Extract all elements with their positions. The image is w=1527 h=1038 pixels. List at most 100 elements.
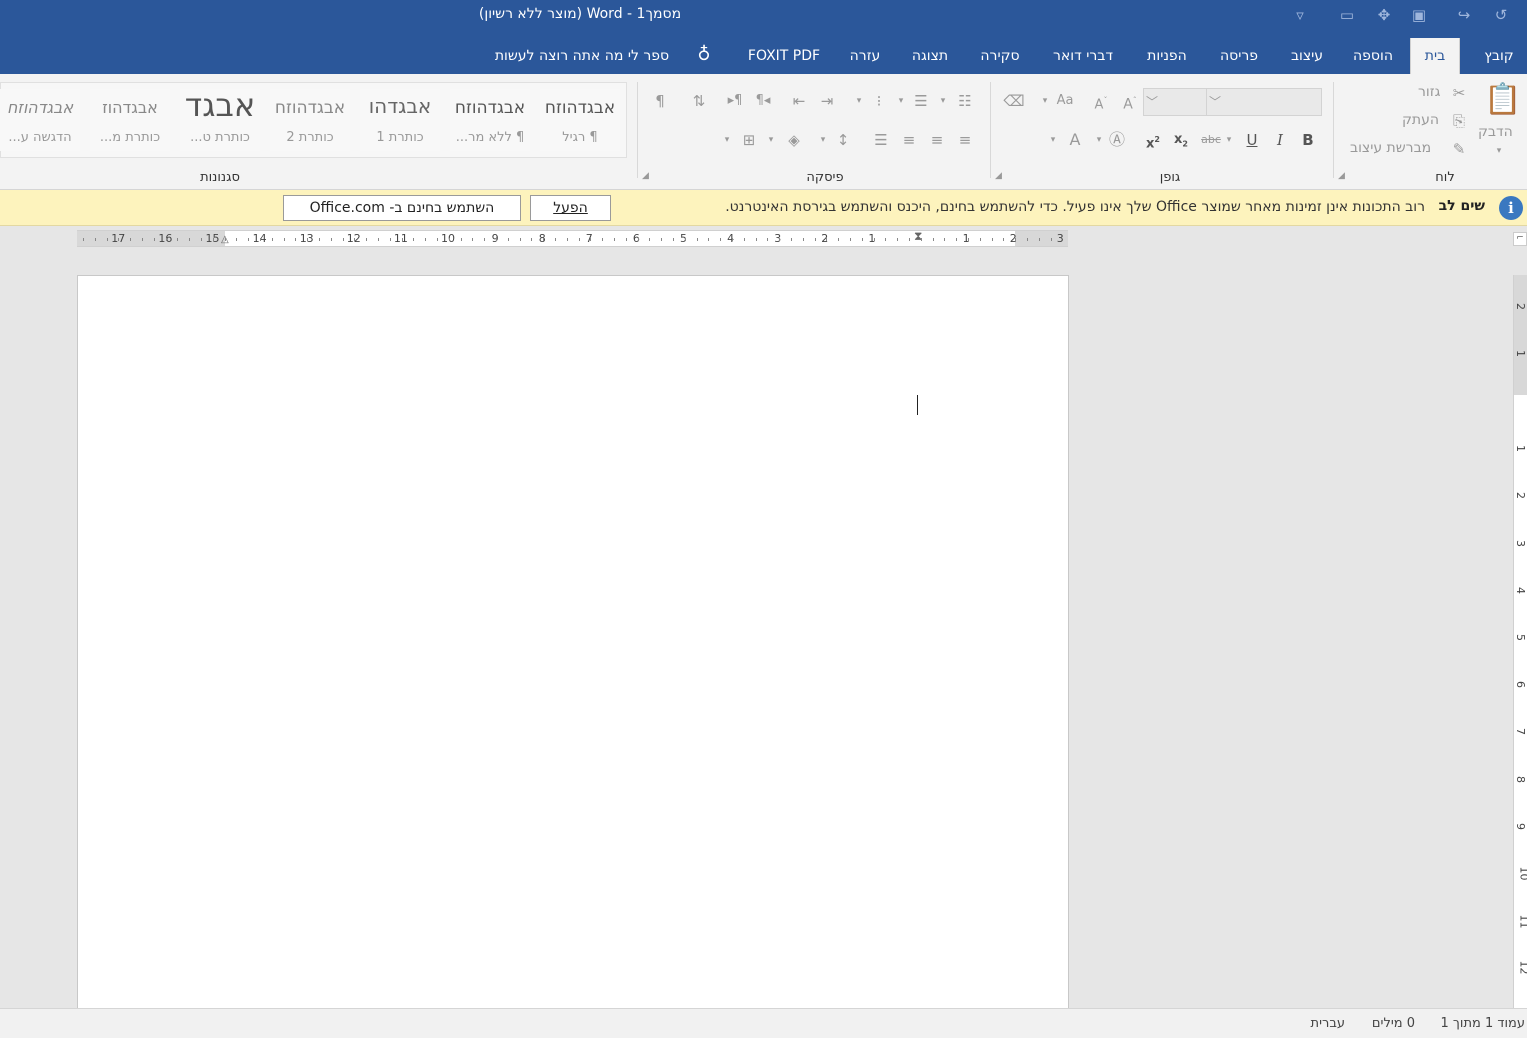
bullets-dropdown-icon[interactable]: ▾ [896,96,906,106]
style-heading-2[interactable]: אבגדהוזח כותרת 2 [270,89,350,151]
word-count[interactable]: 0 מילים [1372,1016,1415,1031]
style-subtitle[interactable]: אבגדהוז כותרת מ... [90,89,170,151]
style-normal[interactable]: אבגדהוזח ¶ רגיל [540,89,620,151]
line-spacing-dropdown-icon[interactable]: ▾ [818,135,828,145]
ruler-number: 1 [1514,445,1527,452]
multilevel-list-dropdown-icon[interactable]: ▾ [854,96,864,106]
ruler-tick [118,238,120,241]
bullets-icon[interactable]: ☰ [910,90,932,112]
font-color-dropdown-icon[interactable]: ▾ [1048,135,1058,145]
change-case-dropdown-icon[interactable]: ▾ [1040,96,1050,106]
subscript-icon[interactable]: x2 [1170,129,1192,151]
sort-icon[interactable]: ⇅ [688,90,710,112]
numbering-icon[interactable]: ☷ [954,90,976,112]
align-right-icon[interactable]: ≡ [954,129,976,151]
tab-selector-icon[interactable]: ⌐ [1513,232,1527,246]
align-center-icon[interactable]: ≡ [926,129,948,151]
text-effects-dropdown-icon[interactable]: ▾ [1094,135,1104,145]
new-document-icon[interactable]: ▭ [1336,5,1358,27]
customize-icon[interactable]: ▿ [1289,5,1311,27]
borders-icon[interactable]: ⊞ [738,129,760,151]
text-effects-icon[interactable]: Ⓐ [1106,129,1128,151]
justify-icon[interactable]: ☰ [870,129,892,151]
message-title: שים לב [1438,198,1485,214]
style-title[interactable]: אבגד כותרת ט... [180,86,260,151]
language-indicator[interactable]: עברית [1311,1016,1345,1031]
save-icon[interactable]: ▣ [1408,5,1430,27]
activate-button[interactable]: הפעל [530,195,611,221]
style-name: הדגשה ע... [8,130,72,145]
style-no-spacing[interactable]: אבגדהוזח ¶ ללא מר... [450,89,530,151]
copy-icon[interactable]: ⎘ [1448,110,1470,132]
tab-review[interactable]: סקירה [970,38,1030,74]
superscript-icon[interactable]: x2 [1142,129,1164,151]
tab-file[interactable]: קובץ [1475,38,1523,74]
ruler-tick [708,238,710,241]
tell-me-search[interactable]: ספר לי מה אתה רוצה לעשות [476,38,688,74]
borders-dropdown-icon[interactable]: ▾ [722,135,732,145]
style-heading-1[interactable]: אבגדהו כותרת 1 [360,89,440,151]
shrink-font-icon[interactable]: Aˇ [1090,90,1112,112]
line-spacing-icon[interactable]: ↕ [832,129,854,151]
ruler-tick [224,238,226,241]
scissors-icon[interactable]: ✂ [1448,82,1470,104]
strikethrough-icon[interactable]: abc [1198,129,1224,151]
clear-formatting-icon[interactable]: ⌫ [1003,90,1025,112]
shading-icon[interactable]: ◈ [783,129,805,151]
cut-button[interactable]: גזור [1418,84,1440,100]
font-launcher-icon[interactable]: ◢ [995,171,1002,181]
tab-help[interactable]: עזרה [840,38,890,74]
page-count[interactable]: עמוד 1 מתוך 1 [1441,1016,1525,1031]
tab-home[interactable]: בית [1410,38,1460,74]
tab-design[interactable]: עיצוב [1280,38,1334,74]
tab-references[interactable]: הפניות [1135,38,1199,74]
style-name: כותרת ט... [190,130,250,145]
ltr-direction-icon[interactable]: ▸¶ [724,90,746,112]
numbering-dropdown-icon[interactable]: ▾ [938,96,948,106]
rtl-direction-icon[interactable]: ¶◂ [752,90,774,112]
ruler-tick [566,238,568,241]
align-left-icon[interactable]: ≡ [898,129,920,151]
bold-icon[interactable]: B [1297,129,1319,151]
show-formatting-marks-icon[interactable]: ¶ [649,90,671,112]
italic-icon[interactable]: I [1269,129,1291,151]
shading-dropdown-icon[interactable]: ▾ [766,135,776,145]
tab-view[interactable]: תצוגה [902,38,958,74]
tab-mailings[interactable]: דברי דואר [1040,38,1126,74]
underline-icon[interactable]: U [1241,129,1263,151]
ruler-number: 3 [1056,232,1064,245]
horizontal-ruler[interactable]: ⧗ △ 1716151413121110987654321123 [77,229,1068,247]
font-name-combo[interactable]: ﹀ [1206,88,1322,116]
ruler-tick [177,238,179,241]
ruler-tick [260,238,261,241]
clipboard-launcher-icon[interactable]: ◢ [1338,171,1345,181]
touch-mode-icon[interactable]: ✥ [1373,5,1395,27]
vertical-ruler[interactable]: 2 1 1 2 3 4 5 6 7 8 9 10 11 12 [1513,275,1527,1010]
font-color-icon[interactable]: A [1064,129,1086,151]
increase-indent-icon[interactable]: ⇥ [816,90,838,112]
change-case-icon[interactable]: Aa [1052,90,1078,112]
decrease-indent-icon[interactable]: ⇤ [788,90,810,112]
grow-font-icon[interactable]: Aˆ [1119,90,1141,113]
style-preview: אבגדהוזח [544,98,616,118]
style-subtle-emphasis[interactable]: אבגדהוזח הדגשה ע... [0,89,80,151]
font-size-combo[interactable]: ﹀ [1143,88,1207,116]
paragraph-launcher-icon[interactable]: ◢ [642,171,649,181]
use-online-button[interactable]: השתמש בחינם ב- Office.com [283,195,521,221]
redo-icon[interactable]: ↪ [1453,5,1475,27]
paste-icon[interactable]: 📋 [1484,82,1521,118]
format-painter-button[interactable]: מברשת עיצוב [1350,140,1431,156]
paste-dropdown-icon[interactable]: ▾ [1494,146,1504,156]
document-page[interactable] [77,275,1069,1015]
copy-button[interactable]: העתק [1402,112,1439,128]
undo-icon[interactable]: ↺ [1490,5,1512,27]
tab-foxit-pdf[interactable]: FOXIT PDF [740,38,828,74]
format-painter-icon[interactable]: ✎ [1448,138,1470,160]
paste-button[interactable]: הדבק [1478,124,1513,140]
tab-insert[interactable]: הוספה [1342,38,1404,74]
indent-marker-icon[interactable]: ⧗ [914,229,922,244]
multilevel-list-icon[interactable]: ⁝ [868,90,890,112]
strikethrough-dropdown-icon[interactable]: ▾ [1224,135,1234,145]
tab-layout[interactable]: פריסה [1208,38,1270,74]
ruler-number: 2 [1514,492,1527,499]
